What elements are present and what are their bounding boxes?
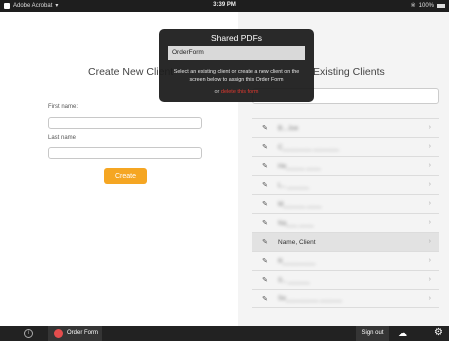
sign-out-button[interactable]: Sign out (356, 326, 389, 341)
popover-delete-line: or delete this form (159, 89, 314, 95)
client-row[interactable]: ✎ Se_________ ______ › (252, 289, 439, 308)
pencil-icon[interactable]: ✎ (256, 143, 274, 151)
gear-icon[interactable]: ⚙ (434, 327, 443, 338)
shared-pdfs-popover: Shared PDFs OrderForm Select an existing… (159, 29, 314, 102)
delete-form-link[interactable]: delete this form (221, 89, 259, 95)
client-name: M______ ____ (278, 200, 322, 208)
last-name-label: Last name (48, 135, 77, 141)
client-name: R_________ (278, 257, 316, 265)
pencil-icon[interactable]: ✎ (256, 276, 274, 284)
bottom-bar: i Order Form Sign out ☁ ⚙ (0, 326, 449, 341)
client-name: C________ _______ (278, 143, 339, 151)
cloud-upload-icon[interactable]: ☁ (398, 328, 407, 339)
client-row[interactable]: ✎ S., ______ › (252, 270, 439, 289)
client-name: Name, Client (278, 238, 316, 246)
pencil-icon[interactable]: ✎ (256, 124, 274, 132)
client-row[interactable]: ✎ L., ______ › (252, 175, 439, 194)
first-name-input[interactable] (48, 117, 202, 129)
client-name: B., Joe (278, 124, 299, 132)
client-row[interactable]: ✎ Na___ ____ › (252, 213, 439, 232)
client-row[interactable]: ✎ R_________ › (252, 251, 439, 270)
pencil-icon[interactable]: ✎ (256, 295, 274, 303)
chevron-right-icon: › (428, 162, 431, 169)
client-name: He_____ ____ (278, 162, 321, 170)
bluetooth-icon: ※ (410, 3, 416, 9)
order-form-tab[interactable]: Order Form (48, 326, 102, 341)
client-list: ✎ B., Joe › ✎ C________ _______ › ✎ He_____ ___… (252, 118, 439, 308)
existing-clients-title: Existing Clients (313, 66, 385, 78)
client-name: S., ______ (278, 276, 310, 284)
shared-pdf-item[interactable]: OrderForm (168, 46, 305, 60)
client-row[interactable]: ✎ B., Joe › (252, 118, 439, 137)
pencil-icon[interactable]: ✎ (256, 257, 274, 265)
status-time: 3:39 PM (213, 2, 236, 8)
chevron-right-icon: › (428, 200, 431, 207)
chevron-right-icon: › (428, 181, 431, 188)
chevron-right-icon: › (428, 238, 431, 245)
info-icon[interactable]: i (24, 329, 33, 338)
battery-icon (437, 3, 445, 8)
or-label: or (214, 89, 220, 95)
first-name-label: First name: (48, 104, 79, 110)
popover-instructions: Select an existing client or create a ne… (173, 69, 300, 83)
order-form-tab-label: Order Form (67, 330, 99, 336)
pencil-icon[interactable]: ✎ (256, 200, 274, 208)
client-name: Se_________ ______ (278, 295, 342, 302)
chevron-right-icon: › (428, 295, 431, 302)
status-right: ※ 100% (411, 2, 445, 9)
client-name: Na___ ____ (278, 219, 314, 227)
client-row[interactable]: ✎ M______ ____ › (252, 194, 439, 213)
chevron-right-icon: › (428, 124, 431, 131)
create-button[interactable]: Create (104, 168, 147, 184)
battery-percent: 100% (418, 2, 434, 9)
pdf-doc-icon (54, 329, 63, 338)
popover-title: Shared PDFs (210, 33, 263, 43)
chevron-right-icon: › (428, 276, 431, 283)
client-name: L., ______ (278, 181, 309, 189)
client-row[interactable]: ✎ He_____ ____ › (252, 156, 439, 175)
pencil-icon[interactable]: ✎ (256, 219, 274, 227)
pencil-icon[interactable]: ✎ (256, 238, 274, 246)
pencil-icon[interactable]: ✎ (256, 181, 274, 189)
client-row[interactable]: ✎ C________ _______ › (252, 137, 439, 156)
pencil-icon[interactable]: ✎ (256, 162, 274, 170)
chevron-right-icon: › (428, 143, 431, 150)
status-bar: Adobe Acrobat ▾ 3:39 PM ※ 100% (0, 0, 449, 12)
chevron-right-icon: › (428, 257, 431, 264)
chevron-right-icon: › (428, 219, 431, 226)
last-name-input[interactable] (48, 147, 202, 159)
client-row[interactable]: ✎ Name, Client › (252, 232, 439, 251)
